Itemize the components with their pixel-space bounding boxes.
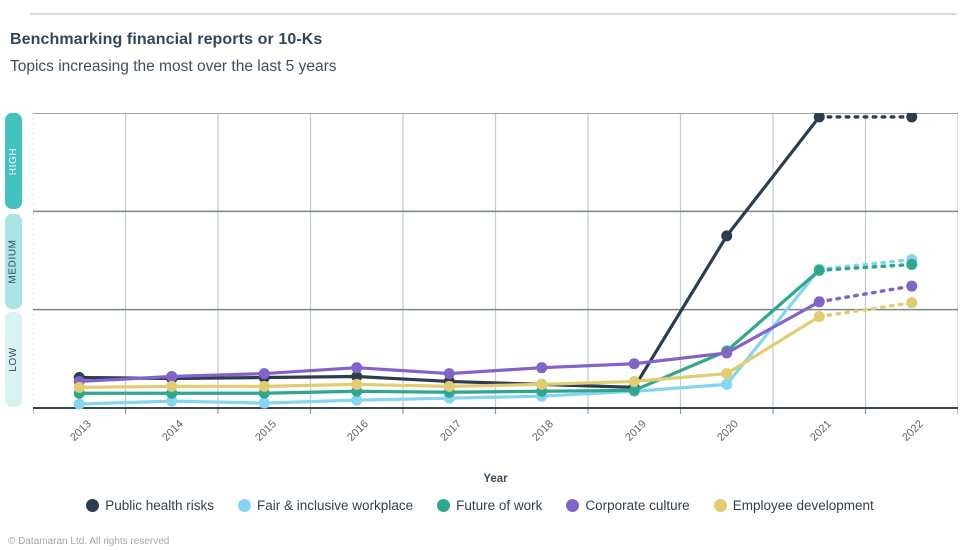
legend-label: Employee development: [732, 498, 874, 513]
data-point[interactable]: [258, 368, 270, 380]
legend-color-dot-icon: [86, 499, 100, 512]
data-point[interactable]: [628, 358, 640, 370]
x-tick-label: 2019: [622, 418, 649, 444]
x-tick-label: 2020: [715, 418, 742, 444]
page-subtitle: Topics increasing the most over the last…: [10, 58, 337, 75]
data-point[interactable]: [721, 368, 733, 380]
legend-color-dot-icon: [713, 499, 727, 512]
data-point[interactable]: [443, 380, 455, 392]
x-tick-label: 2017: [437, 418, 464, 444]
data-point[interactable]: [258, 380, 270, 392]
x-axis-title: Year: [483, 473, 508, 485]
data-point[interactable]: [351, 362, 363, 374]
series-line: [79, 115, 821, 389]
legend-color-dot-icon: [238, 499, 252, 512]
x-tick-label: 2014: [160, 418, 187, 444]
legend-label: Fair & inclusive workplace: [257, 498, 414, 513]
y-band-label: MEDIUM: [8, 239, 19, 284]
y-band-high: HIGH: [5, 113, 22, 209]
page-title: Benchmarking financial reports or 10-Ks: [10, 31, 323, 48]
legend-item[interactable]: Corporate culture: [566, 498, 690, 513]
data-point[interactable]: [813, 264, 825, 276]
x-tick-label: 2016: [345, 418, 372, 444]
data-point[interactable]: [73, 381, 85, 393]
legend-color-dot-icon: [437, 499, 451, 512]
legend-color-dot-icon: [566, 499, 580, 512]
copyright-footer: © Datamaran Ltd. All rights reserved: [8, 536, 170, 547]
y-band-low: LOW: [5, 312, 22, 407]
data-point[interactable]: [721, 230, 733, 242]
data-point[interactable]: [166, 380, 178, 392]
data-point[interactable]: [536, 362, 548, 374]
legend-item[interactable]: Fair & inclusive workplace: [238, 498, 413, 513]
line-chart-plot-area: [33, 113, 958, 414]
legend-item[interactable]: Public health risks: [86, 498, 214, 513]
data-point[interactable]: [721, 378, 733, 390]
legend-item[interactable]: Employee development: [713, 498, 874, 513]
top-divider: [30, 13, 957, 15]
data-point[interactable]: [351, 378, 363, 390]
legend-label: Public health risks: [105, 498, 215, 513]
y-band-label: HIGH: [8, 147, 19, 175]
data-point[interactable]: [906, 280, 918, 292]
data-point[interactable]: [813, 296, 825, 308]
data-point[interactable]: [721, 347, 733, 359]
y-band-medium: MEDIUM: [5, 214, 22, 309]
x-tick-label: 2018: [530, 418, 557, 444]
data-point[interactable]: [906, 113, 918, 123]
legend-label: Future of work: [456, 498, 543, 513]
data-point[interactable]: [443, 368, 455, 380]
x-tick-label: 2022: [900, 418, 927, 444]
x-tick-label: 2015: [252, 418, 279, 444]
legend-label: Corporate culture: [585, 498, 690, 513]
data-point[interactable]: [536, 378, 548, 390]
data-point[interactable]: [166, 371, 178, 383]
data-point[interactable]: [258, 397, 270, 409]
data-point[interactable]: [906, 258, 918, 270]
legend-item[interactable]: Future of work: [437, 498, 542, 513]
data-point[interactable]: [813, 311, 825, 323]
x-tick-label: 2021: [807, 418, 834, 444]
data-point[interactable]: [73, 398, 85, 410]
chart-legend: Public health risks Fair & inclusive work…: [5, 498, 955, 513]
data-point[interactable]: [628, 375, 640, 387]
y-band-label: LOW: [8, 347, 19, 372]
data-point[interactable]: [906, 297, 918, 309]
x-tick-label: 2013: [67, 418, 94, 444]
